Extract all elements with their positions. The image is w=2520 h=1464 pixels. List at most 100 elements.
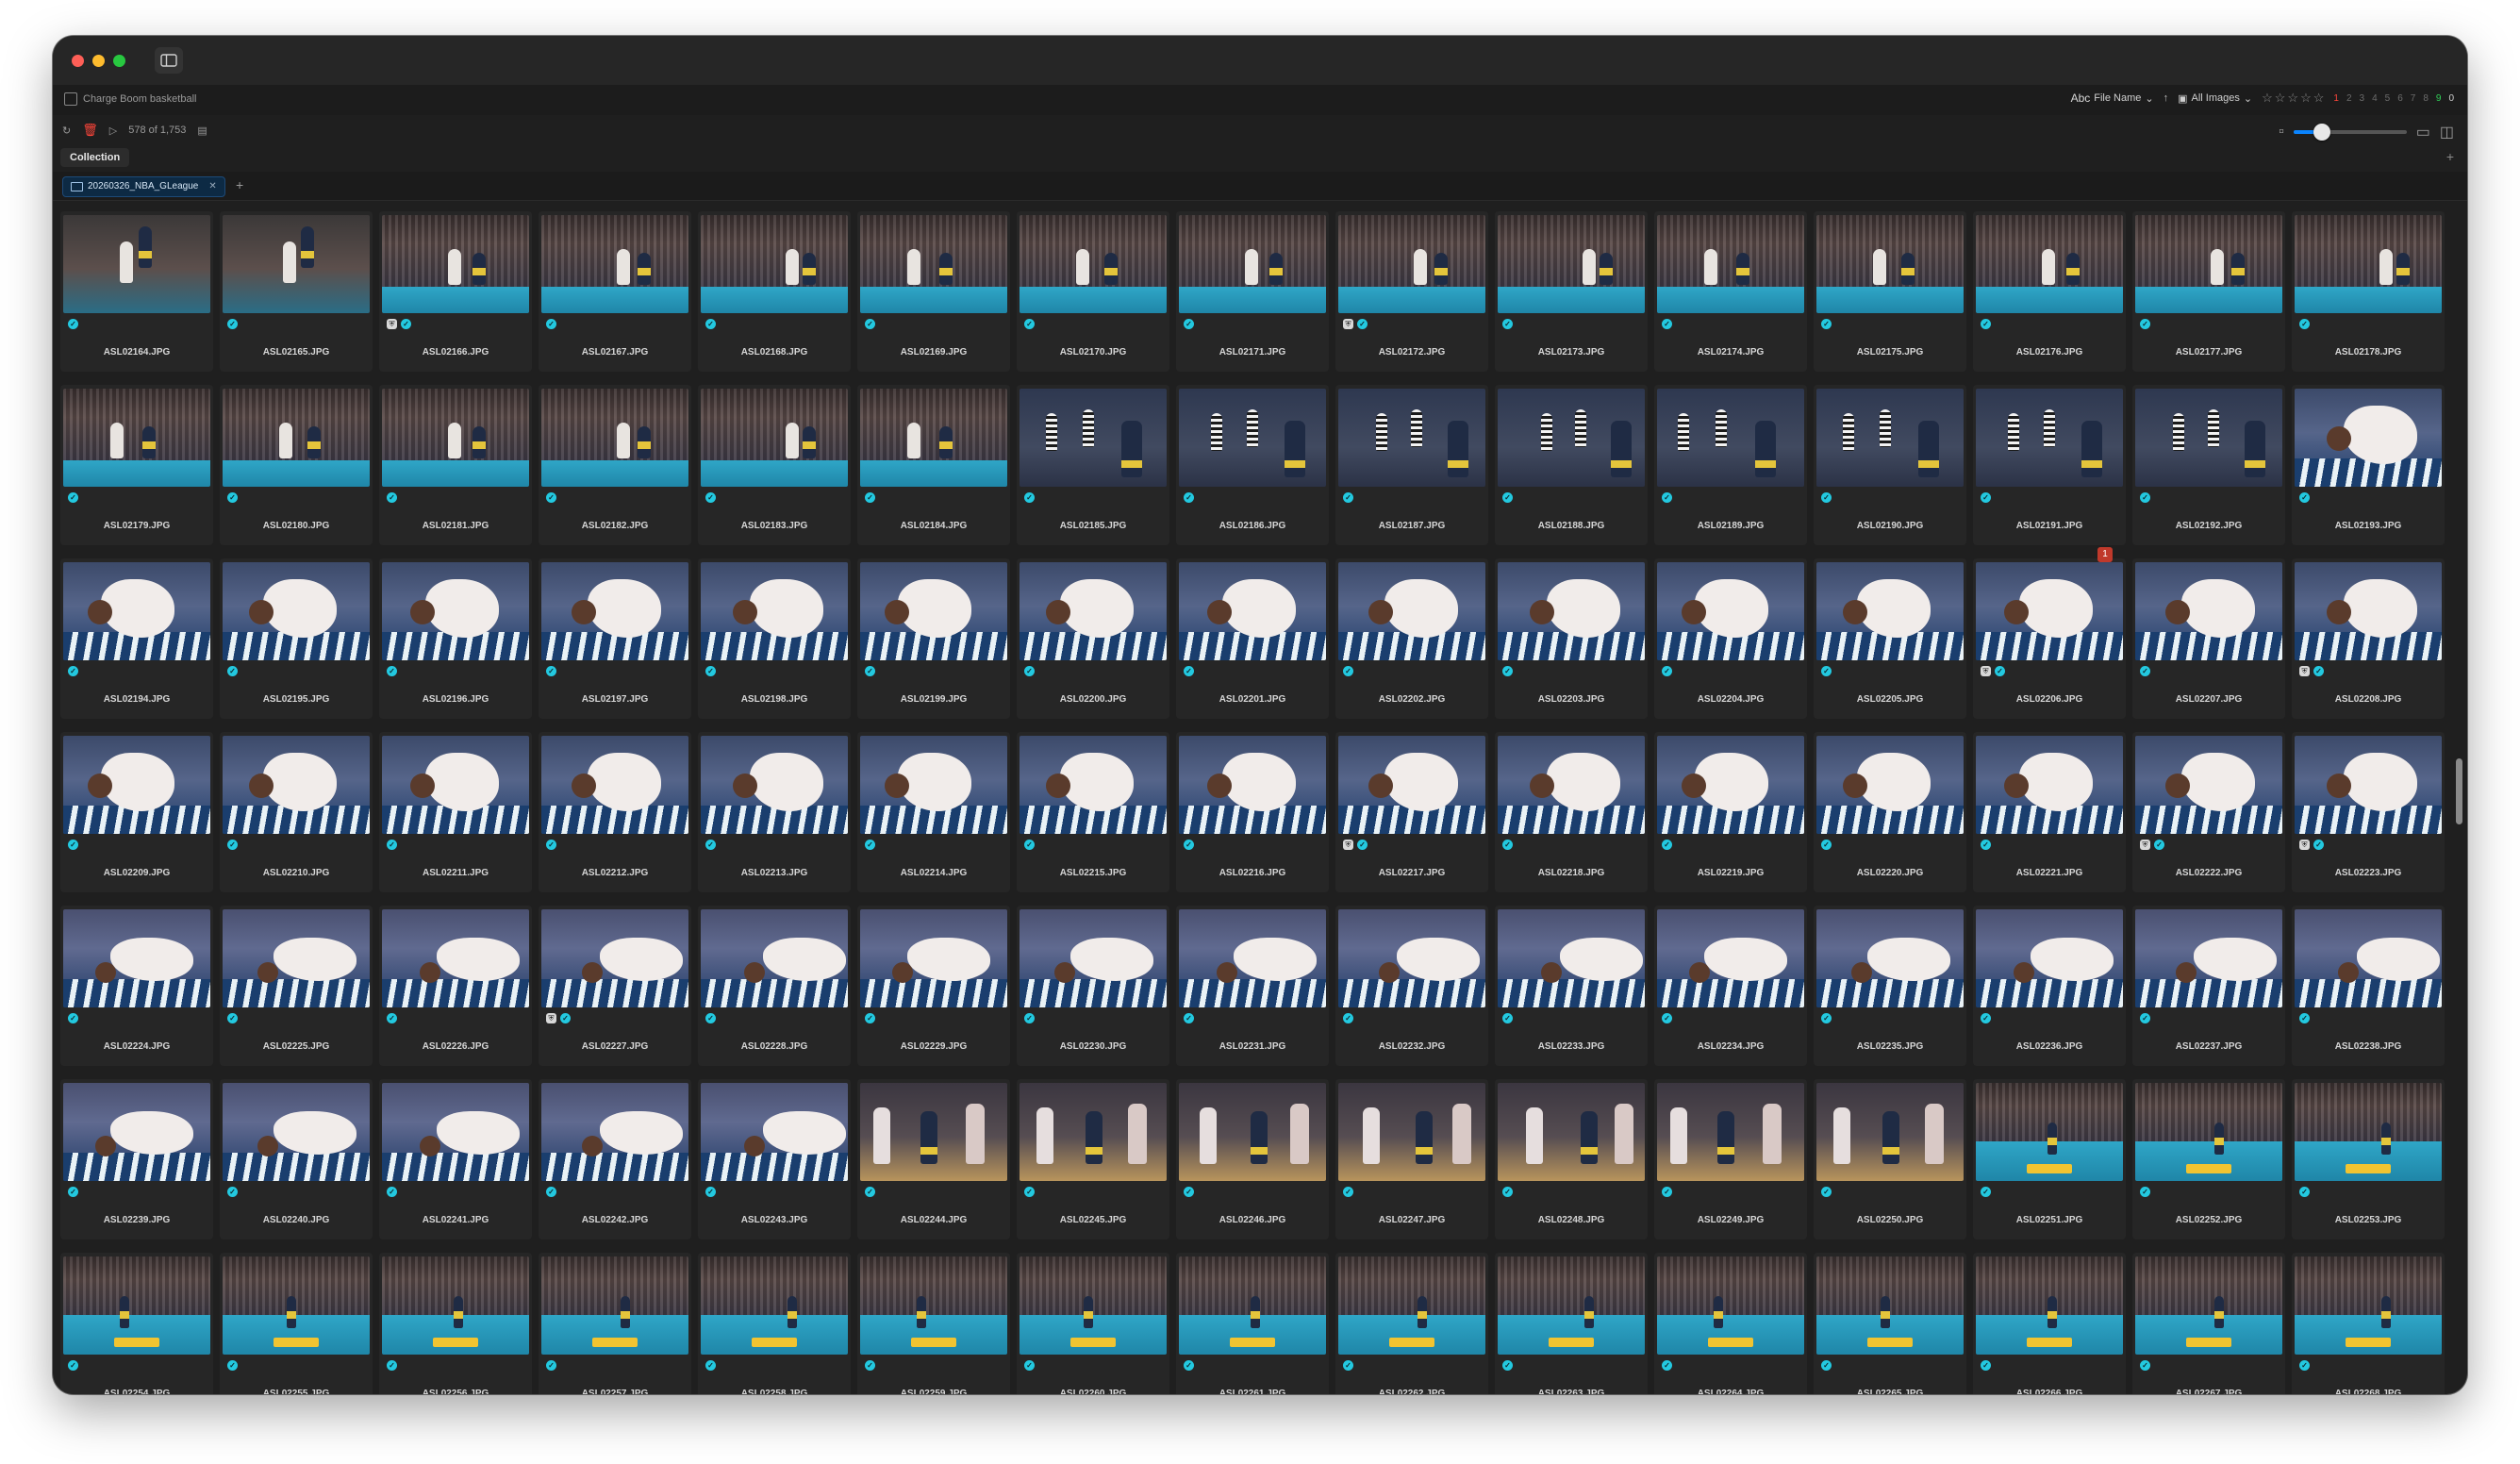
thumbnail-cell[interactable]: ✓ ASL02175.JPG [1814, 202, 1966, 375]
check-icon[interactable]: ✓ [865, 840, 875, 850]
check-icon[interactable]: ✓ [1024, 1360, 1035, 1371]
check-icon[interactable]: ✓ [560, 1013, 571, 1023]
check-icon[interactable]: ✓ [387, 1360, 397, 1371]
filter-menu[interactable]: ▣ All Images ⌄ [2178, 92, 2252, 105]
scrollbar-thumb[interactable] [2456, 758, 2462, 824]
thumbnail-image[interactable] [1816, 215, 1964, 313]
thumbnail-image[interactable] [2135, 389, 2282, 487]
check-icon[interactable]: ✓ [865, 666, 875, 676]
thumbnail-cell[interactable]: ⛨ ✓ ASL02223.JPG [2292, 723, 2445, 896]
thumbnail-cell[interactable]: ✓ ASL02260.JPG [1017, 1243, 1169, 1394]
thumbnail-image[interactable] [1657, 215, 1804, 313]
check-icon[interactable]: ✓ [227, 1360, 238, 1371]
check-icon[interactable]: ✓ [1981, 492, 1991, 503]
check-icon[interactable]: ✓ [2313, 840, 2324, 850]
thumbnail-cell[interactable]: ✓ ASL02196.JPG [379, 549, 532, 723]
thumbnail-cell[interactable]: ✓ ASL02168.JPG [698, 202, 851, 375]
thumbnail-cell[interactable]: ✓ ASL02215.JPG [1017, 723, 1169, 896]
thumbnail-cell[interactable]: ✓ ASL02186.JPG [1176, 375, 1329, 549]
check-icon[interactable]: ✓ [546, 1360, 556, 1371]
thumbnail-cell[interactable]: ✓ ASL02263.JPG [1495, 1243, 1648, 1394]
thumbnail-image[interactable] [223, 215, 370, 313]
check-icon[interactable]: ✓ [1981, 1187, 1991, 1197]
info-icon[interactable]: ▤ [197, 125, 207, 137]
thumbnail-image[interactable] [1498, 215, 1645, 313]
check-icon[interactable]: ✓ [705, 1187, 716, 1197]
thumbnail-cell[interactable]: ✓ ASL02201.JPG [1176, 549, 1329, 723]
thumbnail-image[interactable] [701, 215, 848, 313]
thumbnail-image[interactable] [1338, 1256, 1485, 1355]
thumbnail-image[interactable] [701, 1083, 848, 1181]
check-icon[interactable]: ✓ [68, 492, 78, 503]
check-icon[interactable]: ✓ [1184, 319, 1194, 329]
thumbnail-image[interactable] [2295, 909, 2442, 1007]
protect-icon[interactable]: ⛨ [546, 1013, 556, 1023]
thumbnail-cell[interactable]: ✓ ASL02187.JPG [1335, 375, 1488, 549]
thumbnail-image[interactable] [541, 562, 688, 660]
thumbnail-image[interactable] [2135, 909, 2282, 1007]
thumbnail-image[interactable] [63, 736, 210, 834]
thumbnail-cell[interactable]: ✓ ASL02247.JPG [1335, 1070, 1488, 1243]
thumbnail-image[interactable] [1816, 1256, 1964, 1355]
thumbnail-image[interactable] [701, 736, 848, 834]
slider-knob[interactable] [2313, 124, 2330, 141]
thumbnail-image[interactable] [1020, 389, 1167, 487]
thumbnail-image[interactable] [382, 1083, 529, 1181]
check-icon[interactable]: ✓ [1662, 1360, 1672, 1371]
check-icon[interactable]: ✓ [1662, 319, 1672, 329]
thumbnail-image[interactable] [223, 389, 370, 487]
check-icon[interactable]: ✓ [1024, 1013, 1035, 1023]
thumbnail-cell[interactable]: ✓ ASL02240.JPG [220, 1070, 373, 1243]
thumbnail-image[interactable] [2135, 1083, 2282, 1181]
check-icon[interactable]: ✓ [2313, 666, 2324, 676]
thumbnail-image[interactable] [1020, 1083, 1167, 1181]
thumbnail-cell[interactable]: ✓ ASL02250.JPG [1814, 1070, 1966, 1243]
thumbnail-image[interactable] [1179, 1256, 1326, 1355]
check-icon[interactable]: ✓ [227, 319, 238, 329]
thumbnail-image[interactable] [63, 389, 210, 487]
star-icon[interactable]: ☆ [2262, 91, 2273, 106]
sort-menu[interactable]: Abc File Name ⌄ [2071, 92, 2154, 105]
thumbnail-image[interactable] [2295, 1083, 2442, 1181]
thumbnail-image[interactable] [63, 562, 210, 660]
thumbnail-cell[interactable]: ✓ ASL02182.JPG [539, 375, 691, 549]
thumbnail-cell[interactable]: ✓ ASL02226.JPG [379, 896, 532, 1070]
thumbnail-cell[interactable]: ⛨ ✓ ASL02208.JPG [2292, 549, 2445, 723]
thumbnail-cell[interactable]: ✓ ASL02210.JPG [220, 723, 373, 896]
thumbnail-image[interactable] [860, 215, 1007, 313]
scrollbar[interactable] [2456, 202, 2463, 1381]
check-icon[interactable]: ✓ [68, 840, 78, 850]
thumbnail-cell[interactable]: ✓ ASL02249.JPG [1654, 1070, 1807, 1243]
check-icon[interactable]: ✓ [2140, 1360, 2150, 1371]
thumbnail-image[interactable] [1816, 389, 1964, 487]
thumbnail-cell[interactable]: ✓ ASL02189.JPG [1654, 375, 1807, 549]
thumbnail-cell[interactable]: ✓ ASL02195.JPG [220, 549, 373, 723]
check-icon[interactable]: ✓ [2299, 319, 2310, 329]
thumbnail-cell[interactable]: ✓ ASL02200.JPG [1017, 549, 1169, 723]
check-icon[interactable]: ✓ [705, 492, 716, 503]
thumbnail-cell[interactable]: ✓ ASL02198.JPG [698, 549, 851, 723]
check-icon[interactable]: ✓ [1662, 1187, 1672, 1197]
thumbnail-image[interactable] [1657, 909, 1804, 1007]
zoom-window-button[interactable] [113, 55, 125, 67]
thumbnail-image[interactable] [1657, 736, 1804, 834]
check-icon[interactable]: ✓ [1357, 319, 1368, 329]
thumbnail-image[interactable] [701, 389, 848, 487]
thumbnail-image[interactable] [63, 215, 210, 313]
check-icon[interactable]: ✓ [546, 492, 556, 503]
check-icon[interactable]: ✓ [387, 666, 397, 676]
check-icon[interactable]: ✓ [1981, 1013, 1991, 1023]
thumbnail-cell[interactable]: ✓ ASL02255.JPG [220, 1243, 373, 1394]
thumbnail-image[interactable] [63, 1083, 210, 1181]
thumbnail-image[interactable] [223, 909, 370, 1007]
rating-filter[interactable]: ☆ ☆ ☆ ☆ ☆ [2262, 91, 2324, 106]
thumbnail-image[interactable] [1179, 1083, 1326, 1181]
thumbnail-image[interactable] [1976, 389, 2123, 487]
check-icon[interactable]: ✓ [1357, 840, 1368, 850]
thumbnail-cell[interactable]: ✓ ASL02224.JPG [60, 896, 213, 1070]
thumbnail-image[interactable] [1179, 736, 1326, 834]
check-icon[interactable]: ✓ [68, 666, 78, 676]
check-icon[interactable]: ✓ [1024, 1187, 1035, 1197]
check-icon[interactable]: ✓ [705, 1360, 716, 1371]
check-icon[interactable]: ✓ [1184, 1187, 1194, 1197]
